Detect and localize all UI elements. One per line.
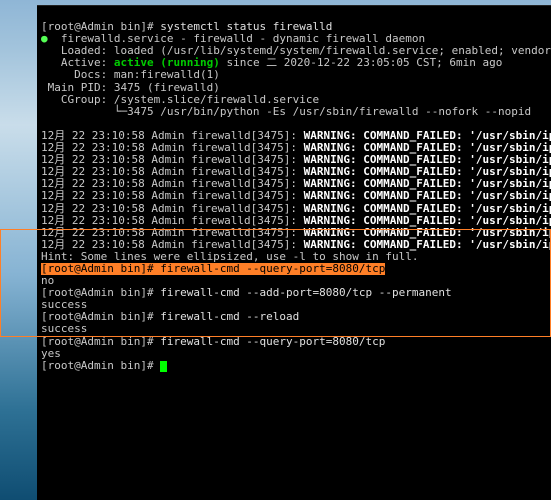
log-warn: WARNING: COMMAND_FAILED: '/usr/sbin/ipta… [304, 214, 551, 227]
log-warn: WARNING: COMMAND_FAILED: '/usr/sbin/ipta… [304, 153, 551, 166]
service-mainpid: Main PID: 3475 (firewalld) [48, 81, 220, 94]
hint-line: Hint: Some lines were ellipsized, use -l… [41, 250, 419, 263]
log-warn: WARNING: COMMAND_FAILED: '/usr/sbin/ipta… [304, 165, 551, 178]
log-ts: 12月 22 23:10:58 Admin firewalld[3475]: [41, 202, 304, 215]
cgroup-child: └─3475 /usr/bin/python -Es /usr/sbin/fir… [114, 105, 531, 118]
command-text: firewall-cmd --query-port=8080/tcp [160, 263, 385, 275]
log-ts: 12月 22 23:10:58 Admin firewalld[3475]: [41, 129, 304, 142]
service-unit: firewalld.service - firewalld - dynamic … [61, 32, 425, 45]
terminal-window[interactable]: [root@Admin bin]# systemctl status firew… [37, 5, 551, 500]
log-warn: WARNING: COMMAND_FAILED: '/usr/sbin/ipta… [304, 238, 551, 251]
shell-prompt: [root@Admin bin]# [41, 335, 154, 348]
cmd-output: yes [41, 347, 61, 360]
cmd-output: no [41, 274, 54, 287]
active-state: active (running) [114, 56, 220, 69]
command-text: firewall-cmd --add-port=8080/tcp --perma… [160, 286, 451, 299]
shell-prompt: [root@Admin bin]# [41, 310, 154, 323]
command-text: firewall-cmd --reload [160, 310, 299, 323]
command-text: systemctl status firewalld [160, 20, 332, 33]
service-loaded: Loaded: loaded (/usr/lib/systemd/system/… [61, 44, 551, 57]
log-warn: WARNING: COMMAND_FAILED: '/usr/sbin/ipta… [304, 141, 551, 154]
log-warn: WARNING: COMMAND_FAILED: '/usr/sbin/ipta… [304, 189, 551, 202]
active-label: Active: [61, 56, 114, 69]
cursor-icon [160, 361, 167, 372]
log-ts: 12月 22 23:10:58 Admin firewalld[3475]: [41, 238, 304, 251]
shell-prompt: [root@Admin bin]# [41, 263, 154, 275]
command-text: firewall-cmd --query-port=8080/tcp [160, 335, 385, 348]
log-ts: 12月 22 23:10:58 Admin firewalld[3475]: [41, 214, 304, 227]
service-docs: Docs: man:firewalld(1) [74, 68, 220, 81]
log-ts: 12月 22 23:10:58 Admin firewalld[3475]: [41, 177, 304, 190]
log-ts: 12月 22 23:10:58 Admin firewalld[3475]: [41, 141, 304, 154]
shell-prompt: [root@Admin bin]# [41, 20, 154, 33]
shell-prompt: [root@Admin bin]# [41, 286, 154, 299]
active-since: since 二 2020-12-22 23:05:05 CST; 6min ag… [220, 56, 503, 69]
service-cgroup: CGroup: /system.slice/firewalld.service [61, 93, 319, 106]
log-ts: 12月 22 23:10:58 Admin firewalld[3475]: [41, 226, 304, 239]
log-warn: WARNING: COMMAND_FAILED: '/usr/sbin/ipta… [304, 129, 551, 142]
cmd-output: success [41, 322, 87, 335]
log-warn: WARNING: COMMAND_FAILED: '/usr/sbin/ipta… [304, 177, 551, 190]
log-warn: WARNING: COMMAND_FAILED: '/usr/sbin/ipta… [304, 202, 551, 215]
log-ts: 12月 22 23:10:58 Admin firewalld[3475]: [41, 189, 304, 202]
log-ts: 12月 22 23:10:58 Admin firewalld[3475]: [41, 153, 304, 166]
log-ts: 12月 22 23:10:58 Admin firewalld[3475]: [41, 165, 304, 178]
log-warn: WARNING: COMMAND_FAILED: '/usr/sbin/ipta… [304, 226, 551, 239]
cmd-output: success [41, 298, 87, 311]
status-bullet-icon: ● [41, 32, 48, 45]
shell-prompt: [root@Admin bin]# [41, 359, 154, 372]
